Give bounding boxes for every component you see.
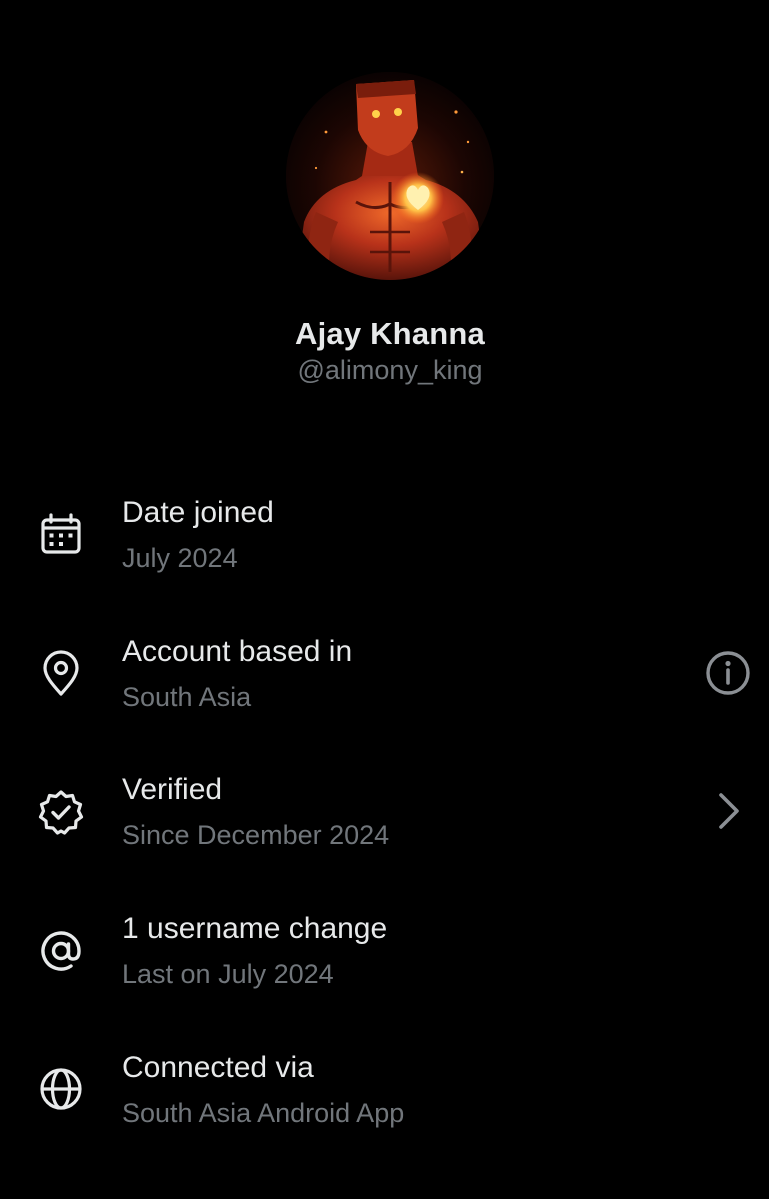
row-title: Verified [122,773,223,806]
avatar-image [286,72,494,280]
row-title: Account based in [122,635,353,668]
globe-icon [36,1064,86,1114]
location-pin-icon [36,649,86,699]
info-icon[interactable] [702,647,754,699]
calendar-icon [36,510,86,560]
row-title: Connected via [122,1051,314,1084]
at-sign-icon [36,926,86,976]
about-row-date-joined: Date joined July 2024 [0,480,769,600]
verified-badge-icon [36,787,86,837]
row-subtitle: July 2024 [122,543,238,573]
row-title: 1 username change [122,912,388,945]
about-row-username-change: 1 username change Last on July 2024 [0,896,769,1016]
profile-avatar[interactable] [286,72,494,280]
about-row-connected-via: Connected via South Asia Android App [0,1035,769,1155]
profile-handle: @alimony_king [297,355,483,385]
row-subtitle: South Asia Android App [122,1098,405,1128]
about-row-account-based-in: Account based in South Asia [0,619,769,739]
row-subtitle: Last on July 2024 [122,959,334,989]
profile-name: Ajay Khanna [295,316,485,351]
row-title: Date joined [122,496,274,529]
about-row-verified[interactable]: Verified Since December 2024 [0,757,769,877]
row-subtitle: South Asia [122,682,252,712]
chevron-right-icon[interactable] [704,785,756,837]
row-subtitle: Since December 2024 [122,820,390,850]
